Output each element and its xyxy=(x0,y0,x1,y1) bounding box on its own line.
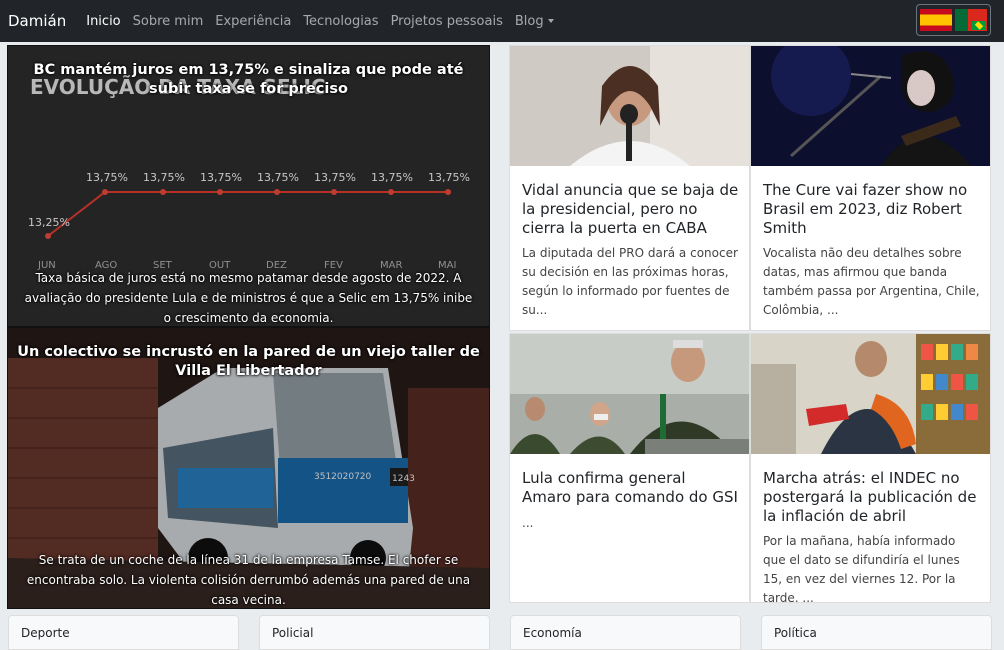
card-image xyxy=(510,46,749,166)
navbar: Damián Inicio Sobre mim Experiência Tecn… xyxy=(0,0,1004,42)
card-description: ... xyxy=(522,516,534,530)
language-switcher xyxy=(916,4,991,36)
card-title[interactable]: The Cure vai fazer show no Brasil em 202… xyxy=(763,181,980,238)
category-deporte[interactable]: Deporte xyxy=(8,615,239,650)
card-image xyxy=(510,334,749,454)
chevron-down-icon xyxy=(547,18,554,23)
portugal-brazil-flag-icon[interactable] xyxy=(955,9,987,31)
brazil-flag-icon xyxy=(972,21,986,30)
hero-story-selic[interactable]: EVOLUÇÃO DA TAXA SELIC 13,25% 13,75% 13,… xyxy=(7,45,490,327)
news-card[interactable]: Lula confirma general Amaro para comando… xyxy=(509,333,750,603)
card-title[interactable]: Vidal anuncia que se baja de la presiden… xyxy=(522,181,739,238)
card-image xyxy=(751,334,990,454)
nav-link-experiencia[interactable]: Experiência xyxy=(215,14,291,29)
hero-story-colectivo[interactable]: 1243 3512020720 Un colectivo se incrustó… xyxy=(7,327,490,609)
card-description: Por la mañana, había informado que el da… xyxy=(763,534,960,603)
nav-link-projetos[interactable]: Projetos pessoais xyxy=(391,14,503,29)
nav-link-blog[interactable]: Blog xyxy=(515,14,554,29)
card-image xyxy=(751,46,990,166)
category-policial[interactable]: Policial xyxy=(259,615,490,650)
nav-link-inicio[interactable]: Inicio xyxy=(86,14,120,29)
brand[interactable]: Damián xyxy=(8,12,66,30)
nav-link-sobre-mim[interactable]: Sobre mim xyxy=(133,14,204,29)
blog-label: Blog xyxy=(514,13,544,29)
card-title[interactable]: Marcha atrás: el INDEC no postergará la … xyxy=(763,469,980,526)
card-description: Vocalista não deu detalhes sobre datas, … xyxy=(763,246,980,317)
news-card[interactable]: The Cure vai fazer show no Brasil em 202… xyxy=(750,45,991,331)
news-card[interactable]: Marcha atrás: el INDEC no postergará la … xyxy=(750,333,991,603)
hero-description: Taxa básica de juros está no mesmo patam… xyxy=(24,271,473,325)
category-economia[interactable]: Economía xyxy=(510,615,741,650)
card-description: La diputada del PRO dará a conocer su de… xyxy=(522,246,738,317)
hero-title[interactable]: Un colectivo se incrustó en la pared de … xyxy=(16,343,481,381)
nav-link-tecnologias[interactable]: Tecnologias xyxy=(303,14,378,29)
spain-flag-icon[interactable] xyxy=(920,9,952,31)
card-title[interactable]: Lula confirma general Amaro para comando… xyxy=(522,469,739,507)
hero-description: Se trata de un coche de la línea 31 de l… xyxy=(26,553,471,607)
category-politica[interactable]: Política xyxy=(761,615,992,650)
news-card[interactable]: Vidal anuncia que se baja de la presiden… xyxy=(509,45,750,331)
hero-title[interactable]: BC mantém juros em 13,75% e sinaliza que… xyxy=(16,61,481,99)
